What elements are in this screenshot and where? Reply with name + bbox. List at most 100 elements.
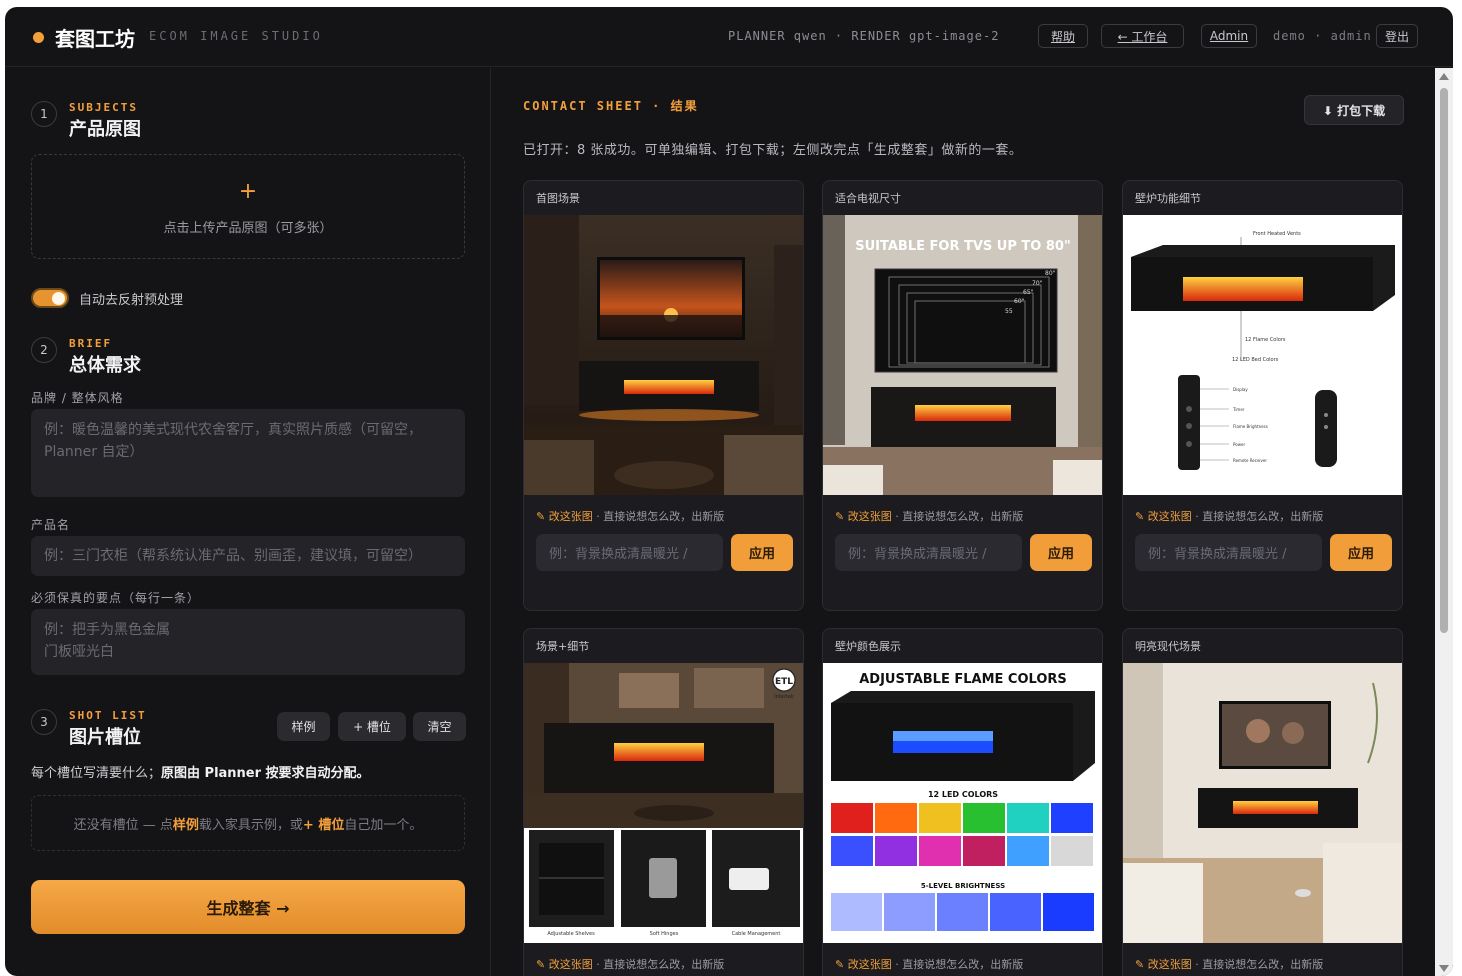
edit-hint: ✎ 改这张图 · 直接说想怎么改，出新版: [835, 956, 1023, 972]
callout-label: 12 Flame Colors: [1245, 337, 1286, 343]
led-color-swatch: [1051, 803, 1093, 833]
download-all-button[interactable]: ⬇ 打包下载: [1304, 95, 1404, 125]
app-logo: 套图工坊: [55, 27, 135, 51]
brightness-swatch: [884, 893, 935, 931]
pencil-icon: ✎: [1135, 958, 1148, 971]
generate-set-button[interactable]: 生成整套 →: [31, 880, 465, 934]
product-name-input[interactable]: 例：三门衣柜（帮系统认准产品、别画歪，建议填，可留空）: [31, 536, 465, 576]
help-button[interactable]: 帮助: [1038, 24, 1088, 48]
detail-caption: Adjustable Shelves: [547, 931, 595, 937]
scroll-up-icon[interactable]: [1439, 73, 1449, 80]
edit-hint: ✎ 改这张图 · 直接说想怎么改，出新版: [1135, 956, 1323, 972]
apply-button[interactable]: 应用: [1330, 534, 1392, 571]
app-subtitle: ECOM IMAGE STUDIO: [149, 29, 323, 43]
workspace-button[interactable]: ← 工作台: [1101, 24, 1184, 48]
size-label: 60": [1014, 298, 1025, 305]
edit-label: 改这张图: [1147, 958, 1192, 971]
pencil-icon: ✎: [1135, 510, 1148, 523]
plus-icon: +: [238, 179, 258, 204]
led-color-swatch: [875, 836, 917, 866]
result-image[interactable]: SUITABLE FOR TVS UP TO 80" 80" 70" 65" 6…: [823, 215, 1102, 495]
scrollbar-thumb[interactable]: [1440, 88, 1448, 633]
pencil-icon: ✎: [835, 510, 848, 523]
edit-hint-text: · 直接说想怎么改，出新版: [1191, 510, 1324, 523]
edit-input[interactable]: 例：背景换成清晨暖光 /: [536, 534, 723, 571]
card-title: 首图场景: [536, 192, 580, 205]
detail-caption: Cable Management: [732, 931, 781, 937]
shot-list-description: 每个槽位写清要什么；原图由 Planner 按要求自动分配。: [31, 762, 370, 781]
hint-text: 载入家具示例，或: [198, 817, 303, 833]
section-kicker: BRIEF: [69, 337, 113, 350]
result-image[interactable]: ETL Intertek Adjustable Shelves Soft Hin…: [524, 663, 803, 943]
led-color-swatch: [831, 803, 873, 833]
input-panel: 1 SUBJECTS 产品原图 + 点击上传产品原图（可多张） 自动去反射预处理…: [5, 68, 491, 976]
scroll-down-icon[interactable]: [1439, 965, 1449, 972]
card-title: 壁炉功能细节: [1135, 192, 1201, 205]
result-card: 壁炉功能细节 Front Heated Vents 12 Flame Color…: [1122, 180, 1403, 611]
edit-hint: ✎ 改这张图 · 直接说想怎么改，出新版: [536, 956, 724, 972]
hint-example-link[interactable]: 样例: [173, 814, 199, 833]
led-color-swatch: [875, 803, 917, 833]
desc-text: 每个槽位写清要什么；: [31, 766, 162, 781]
edit-input[interactable]: 例：背景换成清晨暖光 /: [1135, 534, 1322, 571]
model-info: PLANNER qwen · RENDER gpt-image-2: [728, 29, 1000, 43]
edit-label: 改这张图: [847, 958, 892, 971]
dereflection-toggle[interactable]: [31, 288, 69, 308]
edit-hint-text: · 直接说想怎么改，出新版: [592, 510, 725, 523]
apply-button[interactable]: 应用: [1030, 534, 1092, 571]
result-image[interactable]: [1123, 663, 1402, 943]
led-color-swatch: [919, 803, 961, 833]
size-label: 65": [1023, 289, 1034, 296]
logout-button[interactable]: 登出: [1376, 24, 1418, 48]
result-image[interactable]: ADJUSTABLE FLAME COLORS 12 LED COLORS 5-…: [823, 663, 1102, 943]
step-number: 3: [31, 709, 57, 735]
empty-slots-hint: 还没有槽位 — 点 样例 载入家具示例，或 + 槽位 自己加一个。: [31, 795, 465, 851]
led-colors-label: 12 LED COLORS: [928, 790, 998, 799]
hint-text: 自己加一个。: [344, 817, 423, 833]
edit-label: 改这张图: [548, 958, 593, 971]
edit-hint: ✎ 改这张图 · 直接说想怎么改，出新版: [835, 508, 1023, 524]
keep-points-textarea[interactable]: 例：把手为黑色金属 门板哑光白: [31, 609, 465, 675]
result-card: 场景+细节 ETL Intertek Adjustable Shelves So…: [523, 628, 804, 976]
clear-button[interactable]: 清空: [413, 712, 466, 741]
card-title: 壁炉颜色展示: [835, 640, 901, 653]
user-info: demo · admin: [1273, 29, 1372, 43]
edit-input[interactable]: 例：背景换成清晨暖光 /: [835, 534, 1022, 571]
product-name-label: 产品名: [31, 518, 71, 532]
edit-hint-text: · 直接说想怎么改，出新版: [891, 510, 1024, 523]
add-slot-button[interactable]: + 槽位: [338, 712, 406, 741]
status-text: 已打开：8 张成功。可单独编辑、打包下载；左侧改完点「生成整套」做新的一套。: [523, 143, 1023, 158]
top-bar: 套图工坊 ECOM IMAGE STUDIO PLANNER qwen · RE…: [5, 7, 1453, 67]
keep-placeholder-line: 门板哑光白: [44, 644, 114, 660]
edit-label: 改这张图: [1147, 510, 1192, 523]
result-card: 明亮现代场景 ✎ 改这张图 · 直接说想怎么改，出新版: [1122, 628, 1403, 976]
admin-button[interactable]: Admin: [1201, 24, 1257, 48]
result-card: 壁炉颜色展示 ADJUSTABLE FLAME COLORS 12 LED CO…: [822, 628, 1103, 976]
keep-placeholder-line: 例：把手为黑色金属: [44, 622, 170, 638]
detail-caption: Soft Hinges: [650, 931, 679, 937]
scrollbar[interactable]: [1435, 68, 1453, 976]
led-color-swatch: [831, 836, 873, 866]
result-image[interactable]: [524, 215, 803, 495]
brand-textarea[interactable]: 例：暖色温馨的美式现代农舍客厅，真实照片质感（可留空，Planner 自定）: [31, 409, 465, 497]
card-title: 场景+细节: [536, 640, 590, 653]
result-image[interactable]: Front Heated Vents 12 Flame Colors 12 LE…: [1123, 215, 1402, 495]
brightness-label: 5-LEVEL BRIGHTNESS: [921, 882, 1005, 890]
example-button[interactable]: 样例: [277, 712, 330, 741]
brand-label: 品牌 / 整体风格: [31, 391, 124, 405]
etl-badge-sub: Intertek: [774, 694, 794, 700]
app-window: 套图工坊 ECOM IMAGE STUDIO PLANNER qwen · RE…: [5, 7, 1453, 976]
card-title: 适合电视尺寸: [835, 192, 901, 205]
upload-dropzone[interactable]: + 点击上传产品原图（可多张）: [31, 154, 465, 259]
edit-hint: ✎ 改这张图 · 直接说想怎么改，出新版: [536, 508, 724, 524]
section-title: 总体需求: [69, 355, 141, 376]
toggle-knob: [52, 292, 65, 305]
hint-add-link[interactable]: + 槽位: [303, 814, 344, 833]
step-number: 1: [31, 101, 57, 127]
callout-label: Flame Brightness: [1233, 424, 1268, 429]
brightness-swatch: [1043, 893, 1094, 931]
apply-button[interactable]: 应用: [731, 534, 793, 571]
brightness-swatch: [990, 893, 1041, 931]
callout-label: 12 LED Bed Colors: [1232, 357, 1279, 363]
edit-hint-text: · 直接说想怎么改，出新版: [592, 958, 725, 971]
